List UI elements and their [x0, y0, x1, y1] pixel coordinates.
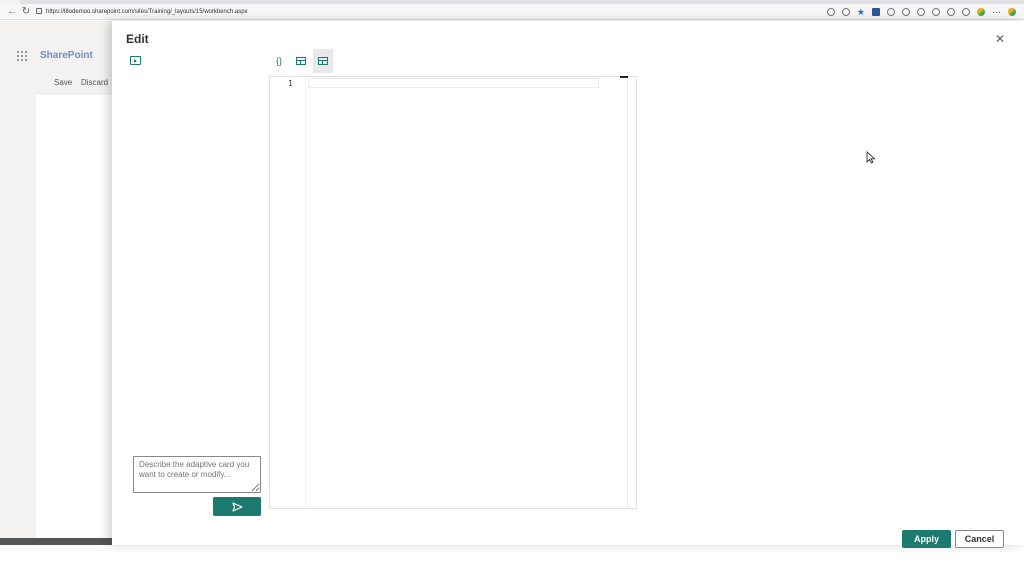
- mouse-cursor-icon: [866, 150, 876, 169]
- send-button[interactable]: [213, 497, 261, 516]
- preview-layout-icon[interactable]: [313, 49, 333, 73]
- collections-icon[interactable]: [962, 8, 970, 16]
- page-canvas: [36, 95, 112, 566]
- json-view-label: {}: [275, 56, 282, 66]
- edit-panel: Edit ✕ {} 1 Apply Cancel: [112, 21, 1024, 548]
- current-line-highlight[interactable]: [308, 78, 599, 88]
- favorite-star-icon[interactable]: ★: [857, 8, 865, 17]
- editor-toolbar: {}: [269, 49, 333, 73]
- panel-title: Edit: [126, 32, 149, 46]
- more-options-icon[interactable]: ···: [992, 8, 1001, 17]
- extension-icon[interactable]: [917, 8, 925, 16]
- refresh-icon[interactable]: ↻: [20, 6, 32, 18]
- prompt-input[interactable]: [133, 456, 261, 493]
- app-launcher-icon[interactable]: [17, 51, 27, 61]
- json-braces-icon[interactable]: {}: [269, 49, 289, 73]
- close-icon[interactable]: ✕: [994, 33, 1006, 45]
- copilot-icon[interactable]: [1008, 8, 1016, 16]
- extension-icon[interactable]: [887, 8, 895, 16]
- card-layout-icon[interactable]: [291, 49, 311, 73]
- cancel-button[interactable]: Cancel: [955, 530, 1004, 548]
- save-button[interactable]: Save: [54, 78, 72, 87]
- extension-icon[interactable]: [872, 8, 880, 16]
- discard-button[interactable]: Discard: [81, 78, 108, 87]
- line-number: 1: [288, 79, 293, 88]
- extension-icon[interactable]: [902, 8, 910, 16]
- url-text: https://l8odemoo.sharepoint.com/sites/Tr…: [46, 9, 248, 15]
- favorites-icon[interactable]: [947, 8, 955, 16]
- lock-icon: [36, 8, 42, 15]
- read-aloud-icon[interactable]: [841, 8, 850, 16]
- back-arrow-icon[interactable]: ←: [6, 6, 18, 18]
- zoom-icon[interactable]: [826, 8, 835, 16]
- adaptive-card-icon[interactable]: [130, 56, 141, 65]
- send-icon: [231, 501, 243, 512]
- split-screen-icon[interactable]: [932, 8, 940, 16]
- code-editor[interactable]: 1: [269, 76, 637, 509]
- apply-button[interactable]: Apply: [902, 530, 951, 548]
- sharepoint-brand[interactable]: SharePoint: [40, 50, 93, 61]
- editor-gutter: [305, 77, 306, 508]
- editor-scrollbar[interactable]: [620, 76, 628, 508]
- browser-extension-icons: ★ ···: [826, 7, 1016, 17]
- scrollbar-thumb[interactable]: [620, 76, 628, 78]
- profile-avatar-icon[interactable]: [977, 8, 985, 16]
- browser-toolbar: ← ↻ https://l8odemoo.sharepoint.com/site…: [0, 4, 1024, 20]
- address-bar[interactable]: https://l8odemoo.sharepoint.com/sites/Tr…: [36, 6, 856, 18]
